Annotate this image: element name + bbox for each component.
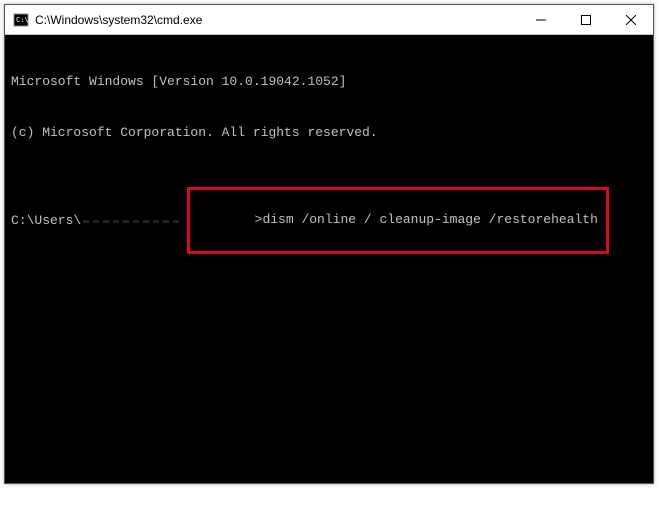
prompt-row: C:\Users\ >dism /online / cleanup-image … (11, 187, 647, 254)
close-button[interactable] (608, 5, 653, 34)
minimize-button[interactable] (518, 5, 563, 34)
svg-text:C:\: C:\ (16, 16, 29, 24)
cmd-icon: C:\ (13, 12, 29, 28)
command-highlight: >dism /online / cleanup-image /restorehe… (187, 187, 609, 254)
copyright-line: (c) Microsoft Corporation. All rights re… (11, 124, 647, 141)
cmd-window: C:\ C:\Windows\system32\cmd.exe Microsof… (4, 4, 654, 484)
title-text: C:\Windows\system32\cmd.exe (35, 13, 518, 27)
title-bar: C:\ C:\Windows\system32\cmd.exe (5, 5, 653, 35)
prompt-prefix: C:\Users\ (11, 212, 81, 229)
maximize-button[interactable] (563, 5, 608, 34)
command-text: >dism /online / cleanup-image /restorehe… (255, 212, 598, 227)
window-controls (518, 5, 653, 34)
redacted-username (83, 214, 179, 228)
version-line: Microsoft Windows [Version 10.0.19042.10… (11, 73, 647, 90)
terminal-area[interactable]: Microsoft Windows [Version 10.0.19042.10… (5, 35, 653, 483)
